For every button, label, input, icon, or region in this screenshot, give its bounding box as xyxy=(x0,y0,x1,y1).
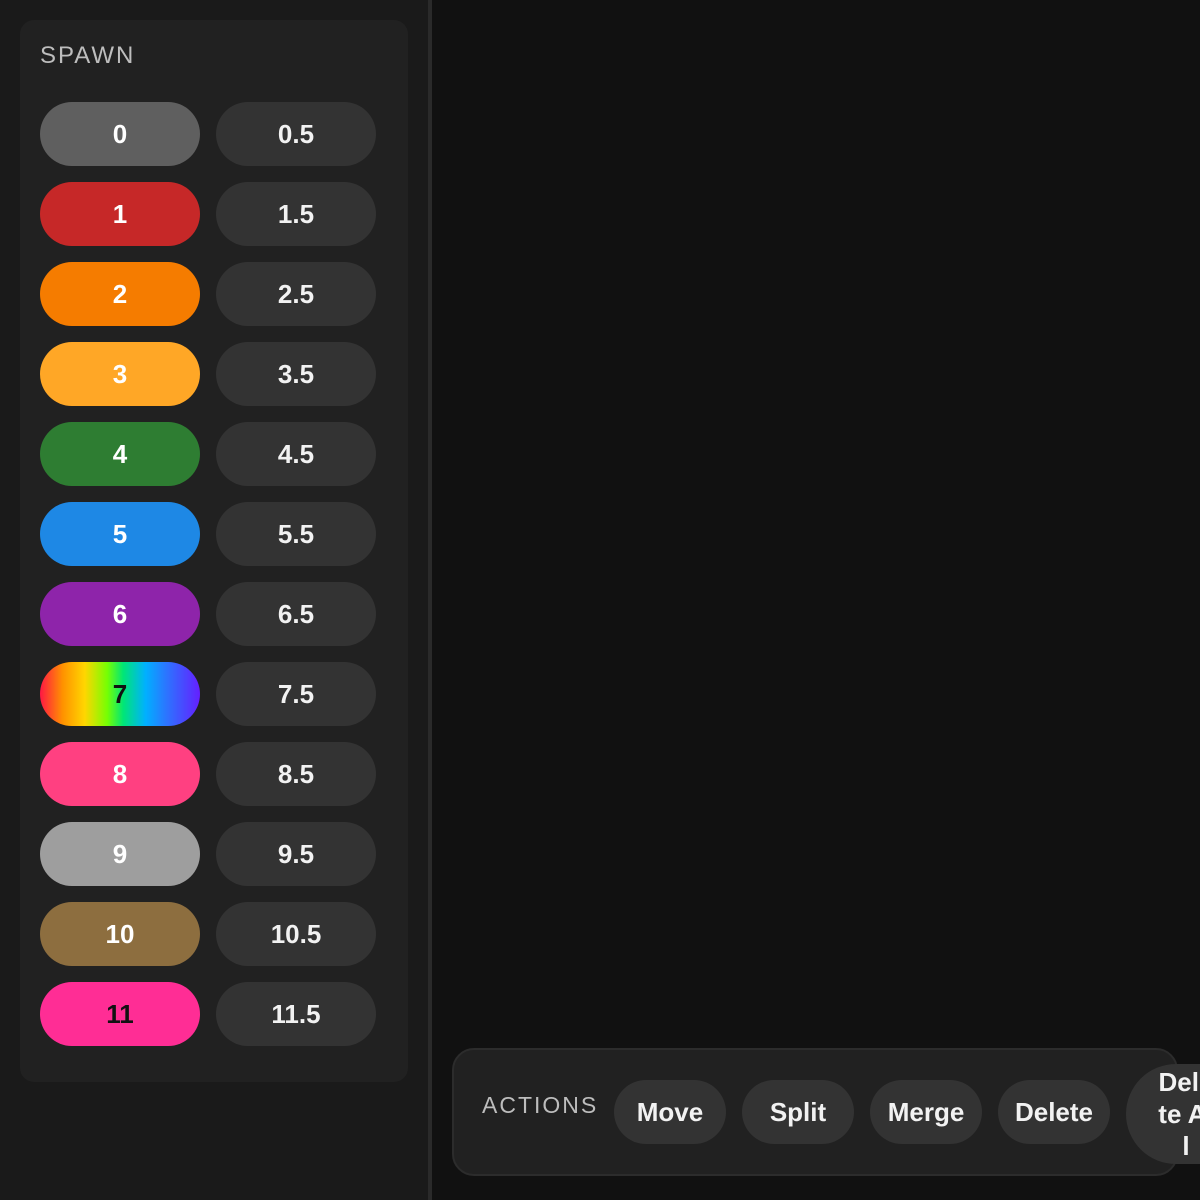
delete-button[interactable]: Delete xyxy=(998,1080,1110,1144)
spawn-button-3[interactable]: 3 xyxy=(40,342,200,406)
spawn-button-7[interactable]: 7 xyxy=(40,662,200,726)
spawn-button-10-5[interactable]: 10.5 xyxy=(216,902,376,966)
spawn-button-11[interactable]: 11 xyxy=(40,982,200,1046)
spawn-button-5-5[interactable]: 5.5 xyxy=(216,502,376,566)
spawn-button-2[interactable]: 2 xyxy=(40,262,200,326)
spawn-button-9[interactable]: 9 xyxy=(40,822,200,886)
spawn-button-grid: 0 0.5 1 1.5 2 2.5 3 3.5 4 4.5 5 5.5 6 6.5 7 7.5 8 8.5 9 9.5… xyxy=(40,102,380,1046)
spawn-panel-title: SPAWN xyxy=(40,42,136,69)
actions-bar: ACTIONS Move Split Merge Delete xyxy=(452,1048,1178,1176)
spawn-button-0[interactable]: 0 xyxy=(40,102,200,166)
spawn-button-6-5[interactable]: 6.5 xyxy=(216,582,376,646)
spawn-button-1[interactable]: 1 xyxy=(40,182,200,246)
spawn-button-6[interactable]: 6 xyxy=(40,582,200,646)
merge-button[interactable]: Merge xyxy=(870,1080,982,1144)
actions-bar-title: ACTIONS xyxy=(482,1092,599,1118)
main-canvas[interactable] xyxy=(432,0,1200,1200)
delete-all-button-label: Delete All xyxy=(1158,1067,1200,1161)
spawn-button-3-5[interactable]: 3.5 xyxy=(216,342,376,406)
split-button[interactable]: Split xyxy=(742,1080,854,1144)
spawn-button-4-5[interactable]: 4.5 xyxy=(216,422,376,486)
spawn-button-9-5[interactable]: 9.5 xyxy=(216,822,376,886)
spawn-button-4[interactable]: 4 xyxy=(40,422,200,486)
spawn-button-10[interactable]: 10 xyxy=(40,902,200,966)
app-root: SPAWN 0 0.5 1 1.5 2 2.5 3 3.5 4 4.5 5 5.5 6 6.5 7 7.5 8 8… xyxy=(0,0,1200,1200)
spawn-button-8[interactable]: 8 xyxy=(40,742,200,806)
spawn-button-5[interactable]: 5 xyxy=(40,502,200,566)
spawn-button-8-5[interactable]: 8.5 xyxy=(216,742,376,806)
spawn-button-7-5[interactable]: 7.5 xyxy=(216,662,376,726)
spawn-button-1-5[interactable]: 1.5 xyxy=(216,182,376,246)
spawn-button-0-5[interactable]: 0.5 xyxy=(216,102,376,166)
spawn-button-11-5[interactable]: 11.5 xyxy=(216,982,376,1046)
move-button[interactable]: Move xyxy=(614,1080,726,1144)
spawn-panel: SPAWN 0 0.5 1 1.5 2 2.5 3 3.5 4 4.5 5 5.5 6 6.5 7 7.5 8 8… xyxy=(20,20,408,1082)
sidebar: SPAWN 0 0.5 1 1.5 2 2.5 3 3.5 4 4.5 5 5.5 6 6.5 7 7.5 8 8… xyxy=(0,0,428,1200)
spawn-button-2-5[interactable]: 2.5 xyxy=(216,262,376,326)
